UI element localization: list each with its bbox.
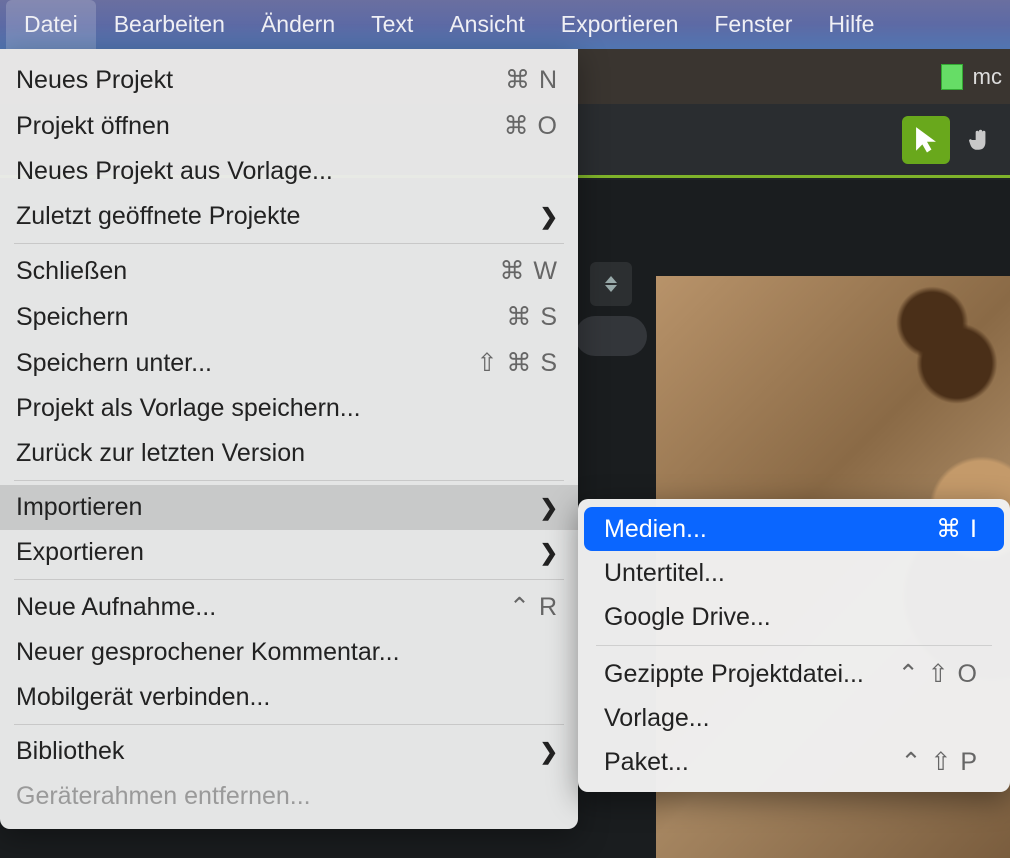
chevron-up-icon <box>605 276 617 283</box>
menu-item-label: Neuer gesprochener Kommentar... <box>16 638 400 667</box>
file-menu-item[interactable]: Projekt öffnen ⌘ O <box>0 103 578 149</box>
menu-shortcut: ⌃ R <box>509 592 558 622</box>
file-menu: Neues Projekt ⌘ N Projekt öffnen ⌘ O Neues P… <box>0 49 578 829</box>
menu-shortcut: ⌘ S <box>506 302 558 332</box>
submenu-item-label: Vorlage... <box>604 704 710 733</box>
import-submenu-item[interactable]: Vorlage... <box>584 696 1004 740</box>
file-menu-item[interactable]: Exportieren ❯ <box>0 530 578 575</box>
file-menu-item[interactable]: Mobilgerät verbinden... <box>0 675 578 720</box>
menu-text[interactable]: Text <box>353 0 431 49</box>
menu-item-label: Schließen <box>16 257 127 286</box>
menu-fenster[interactable]: Fenster <box>696 0 810 49</box>
chevron-right-icon: ❯ <box>540 540 558 566</box>
menu-item-label: Zuletzt geöffnete Projekte <box>16 202 300 231</box>
cursor-icon <box>912 126 940 154</box>
menu-separator <box>14 243 564 244</box>
submenu-item-label: Gezippte Projektdatei... <box>604 660 864 689</box>
document-icon <box>941 64 963 90</box>
menu-item-label: Geräterahmen entfernen... <box>16 782 311 811</box>
menu-shortcut: ⌘ O <box>504 111 558 141</box>
menu-item-label: Zurück zur letzten Version <box>16 439 305 468</box>
menu-item-label: Bibliothek <box>16 737 124 766</box>
file-menu-item[interactable]: Zuletzt geöffnete Projekte ❯ <box>0 194 578 239</box>
menu-ansicht[interactable]: Ansicht <box>431 0 542 49</box>
chevron-right-icon: ❯ <box>540 495 558 521</box>
tool-hand[interactable] <box>956 116 1004 164</box>
import-submenu-item[interactable]: Google Drive... <box>584 595 1004 639</box>
submenu-item-label: Medien... <box>604 515 707 544</box>
submenu-shortcut: ⌘ I <box>936 514 978 544</box>
file-menu-item[interactable]: Neues Projekt aus Vorlage... <box>0 149 578 194</box>
menu-bearbeiten[interactable]: Bearbeiten <box>96 0 243 49</box>
file-menu-item[interactable]: Speichern unter... ⇧ ⌘ S <box>0 340 578 386</box>
menu-item-label: Speichern <box>16 303 129 332</box>
menu-item-label: Neues Projekt aus Vorlage... <box>16 157 333 186</box>
chevron-right-icon: ❯ <box>540 204 558 230</box>
chevron-down-icon <box>605 285 617 292</box>
menu-shortcut: ⌘ W <box>499 256 558 286</box>
submenu-shortcut: ⌃ ⇧ O <box>898 659 978 689</box>
file-menu-item[interactable]: Bibliothek ❯ <box>0 729 578 774</box>
submenu-shortcut: ⌃ ⇧ P <box>901 747 978 777</box>
menu-separator <box>14 579 564 580</box>
submenu-item-label: Paket... <box>604 748 689 777</box>
import-submenu-item[interactable]: Gezippte Projektdatei... ⌃ ⇧ O <box>584 652 1004 696</box>
file-menu-item[interactable]: Importieren ❯ <box>0 485 578 530</box>
tool-select-cursor[interactable] <box>902 116 950 164</box>
file-menu-item[interactable]: Neues Projekt ⌘ N <box>0 57 578 103</box>
menubar: Datei Bearbeiten Ändern Text Ansicht Exp… <box>0 0 1010 49</box>
import-submenu: Medien... ⌘ I Untertitel... Google Drive...… <box>578 499 1010 792</box>
file-menu-item[interactable]: Neue Aufnahme... ⌃ R <box>0 584 578 630</box>
menu-shortcut: ⇧ ⌘ S <box>476 348 558 378</box>
menu-item-label: Projekt als Vorlage speichern... <box>16 394 361 423</box>
pill-button[interactable] <box>575 316 647 356</box>
menu-aendern[interactable]: Ändern <box>243 0 353 49</box>
menu-item-label: Importieren <box>16 493 142 522</box>
menu-item-label: Projekt öffnen <box>16 112 170 141</box>
file-menu-item: Geräterahmen entfernen... <box>0 774 578 819</box>
menu-separator <box>14 724 564 725</box>
menu-item-label: Neue Aufnahme... <box>16 593 216 622</box>
import-submenu-item[interactable]: Paket... ⌃ ⇧ P <box>584 740 1004 784</box>
menu-item-label: Mobilgerät verbinden... <box>16 683 270 712</box>
file-menu-item[interactable]: Projekt als Vorlage speichern... <box>0 386 578 431</box>
import-submenu-item[interactable]: Medien... ⌘ I <box>584 507 1004 551</box>
file-menu-item[interactable]: Schließen ⌘ W <box>0 248 578 294</box>
menu-exportieren[interactable]: Exportieren <box>543 0 697 49</box>
hand-icon <box>967 127 993 153</box>
document-name: mc <box>973 64 1002 90</box>
menu-item-label: Neues Projekt <box>16 66 173 95</box>
menu-shortcut: ⌘ N <box>505 65 558 95</box>
menu-item-label: Speichern unter... <box>16 349 212 378</box>
menu-item-label: Exportieren <box>16 538 144 567</box>
file-menu-item[interactable]: Speichern ⌘ S <box>0 294 578 340</box>
file-menu-item[interactable]: Neuer gesprochener Kommentar... <box>0 630 578 675</box>
chevron-right-icon: ❯ <box>540 739 558 765</box>
menu-separator <box>14 480 564 481</box>
menu-hilfe[interactable]: Hilfe <box>810 0 892 49</box>
menu-datei[interactable]: Datei <box>6 0 96 49</box>
import-submenu-item[interactable]: Untertitel... <box>584 551 1004 595</box>
submenu-item-label: Untertitel... <box>604 559 725 588</box>
file-menu-item[interactable]: Zurück zur letzten Version <box>0 431 578 476</box>
submenu-separator <box>596 645 992 646</box>
stepper-control[interactable] <box>590 262 632 306</box>
submenu-item-label: Google Drive... <box>604 603 771 632</box>
